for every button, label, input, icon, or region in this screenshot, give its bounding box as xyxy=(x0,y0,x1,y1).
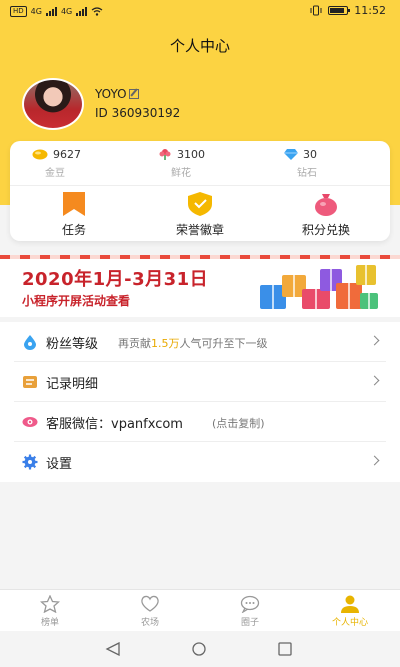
profile-icon xyxy=(341,595,359,613)
network-label-2: 4G xyxy=(60,7,73,16)
tab-ranking-label: 榜单 xyxy=(40,618,59,628)
vibrate-icon xyxy=(310,5,322,16)
flower-icon xyxy=(159,149,171,160)
honor-badge-label: 荣誉徽章 xyxy=(175,223,224,237)
farm-heart-icon xyxy=(141,595,159,612)
clock: 11:52 xyxy=(354,4,386,17)
stat-diamonds[interactable]: 30 钻石 xyxy=(284,148,317,179)
fans-level-droplet-icon xyxy=(24,335,36,350)
tab-farm-label: 农场 xyxy=(140,618,159,628)
fans-level-label: 粉丝等级 xyxy=(46,337,99,352)
gold-bean-value: 9627 xyxy=(53,148,81,161)
copy-hint[interactable]: (点击复制) xyxy=(212,415,265,431)
records-label: 记录明细 xyxy=(46,377,99,392)
status-bar: HD 4G 4G 11:52 xyxy=(0,0,400,26)
signal-icon xyxy=(45,7,57,16)
back-triangle-icon[interactable] xyxy=(105,642,121,656)
chevron-right-icon xyxy=(369,375,380,386)
circle-chat-icon xyxy=(240,595,260,613)
banner-stripe xyxy=(0,255,400,259)
signal-icon-2 xyxy=(76,7,88,16)
battery-icon xyxy=(328,6,351,15)
settings-label: 设置 xyxy=(46,457,73,472)
diamond-label: 钻石 xyxy=(297,168,317,179)
chevron-right-icon xyxy=(369,335,380,346)
points-exchange-button[interactable]: 积分兑换 xyxy=(281,192,371,238)
menu-settings[interactable]: 设置 xyxy=(0,442,400,482)
banner-title: 2020年1月-3月31日 xyxy=(22,269,209,290)
tab-profile[interactable]: 个人中心 xyxy=(320,595,380,628)
username: YOYO xyxy=(95,87,127,101)
gold-bean-label: 金豆 xyxy=(45,168,65,179)
honor-badge-button[interactable]: 荣誉徽章 xyxy=(155,192,245,238)
stat-gold-beans[interactable]: 9627 金豆 xyxy=(32,148,81,179)
actions-row: 任务 荣誉徽章 积分兑换 xyxy=(10,186,390,241)
flower-value: 3100 xyxy=(177,148,205,161)
menu-records[interactable]: 记录明细 xyxy=(0,362,400,402)
tab-circle[interactable]: 圈子 xyxy=(220,595,280,628)
user-id: ID 360930192 xyxy=(95,106,181,120)
menu-wechat[interactable]: 客服微信：vpanfxcom (点击复制) xyxy=(0,402,400,442)
badge-shield-icon xyxy=(188,192,212,216)
tab-farm[interactable]: 农场 xyxy=(120,595,180,628)
points-bag-icon xyxy=(315,194,337,216)
wechat-eye-icon xyxy=(22,417,38,427)
gold-bean-icon xyxy=(32,149,48,160)
task-bookmark-icon xyxy=(63,192,85,216)
points-exchange-label: 积分兑换 xyxy=(301,223,350,237)
system-nav-bar xyxy=(0,631,400,667)
task-label: 任务 xyxy=(61,223,86,237)
ranking-icon xyxy=(40,595,60,613)
flower-label: 鲜花 xyxy=(171,168,191,179)
fans-level-hint: 再贡献1.5万人气可升至下一级 xyxy=(118,337,268,350)
avatar[interactable] xyxy=(22,78,84,130)
recents-square-icon[interactable] xyxy=(277,642,293,656)
stat-flowers[interactable]: 3100 鲜花 xyxy=(158,148,205,179)
stats-row: 9627 金豆 3100 鲜花 30 钻石 xyxy=(10,141,390,185)
gear-icon xyxy=(22,454,38,470)
hd-badge: HD xyxy=(10,6,27,17)
network-label-1: 4G xyxy=(30,7,42,16)
gift-boxes-illustration xyxy=(260,263,382,311)
page-title: 个人中心 xyxy=(169,37,230,55)
banner-subtitle: 小程序开屏活动查看 xyxy=(22,294,131,308)
diamond-icon xyxy=(284,149,298,160)
task-button[interactable]: 任务 xyxy=(29,192,119,238)
chevron-right-icon xyxy=(369,455,380,466)
bottom-tab-bar: 榜单 农场 圈子 个人中心 xyxy=(0,589,400,631)
menu-fans-level[interactable]: 粉丝等级 再贡献1.5万人气可升至下一级 xyxy=(0,322,400,362)
home-circle-icon[interactable] xyxy=(191,642,207,656)
diamond-value: 30 xyxy=(303,148,317,161)
records-list-icon xyxy=(23,376,37,388)
username-row[interactable]: YOYO xyxy=(95,87,139,101)
assets-card: 9627 金豆 3100 鲜花 30 钻石 任务 荣誉徽章 积分兑换 xyxy=(10,141,390,241)
wifi-icon xyxy=(91,7,103,16)
wechat-label: 客服微信：vpanfxcom xyxy=(46,417,183,432)
edit-icon[interactable] xyxy=(128,89,139,99)
tab-profile-label: 个人中心 xyxy=(331,618,368,628)
settings-menu: 粉丝等级 再贡献1.5万人气可升至下一级 记录明细 客服微信：vpanfxcom… xyxy=(0,322,400,482)
tab-ranking[interactable]: 榜单 xyxy=(20,595,80,628)
promo-banner[interactable]: 2020年1月-3月31日 小程序开屏活动查看 xyxy=(0,255,400,317)
tab-circle-label: 圈子 xyxy=(240,618,259,628)
